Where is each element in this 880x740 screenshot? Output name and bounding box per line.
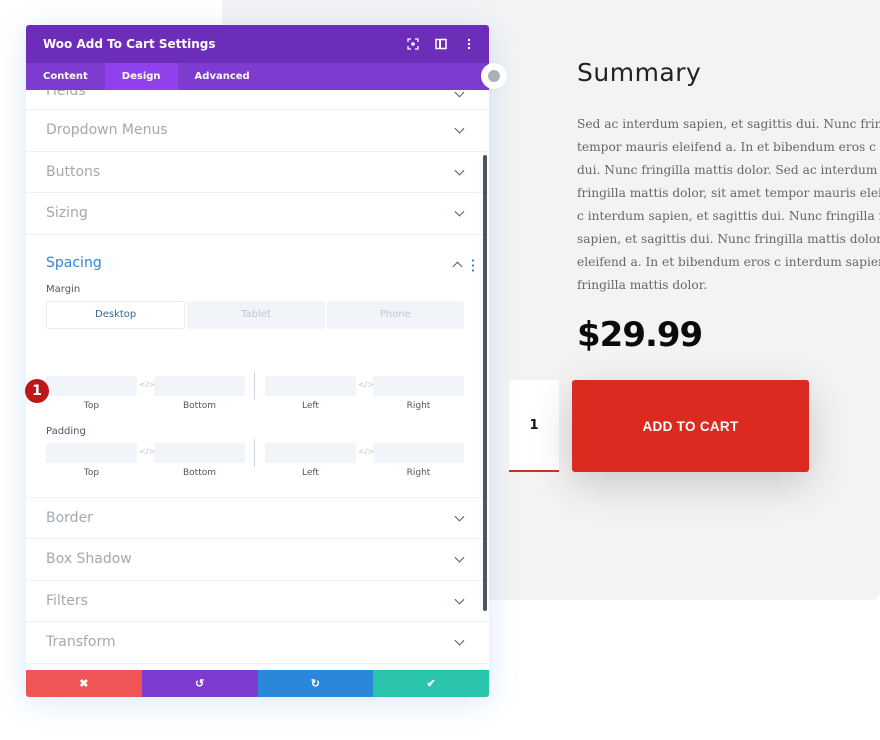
- padding-bottom-input[interactable]: [154, 442, 245, 463]
- margin-label: Margin: [46, 283, 81, 295]
- paragraph-line: fringilla mattis dolor.: [577, 278, 708, 292]
- scrollbar[interactable]: [483, 155, 487, 611]
- caption-left: Left: [302, 467, 319, 478]
- undo-button[interactable]: ↺: [141, 670, 258, 697]
- padding-top-input[interactable]: [46, 442, 137, 463]
- design-options: Fields Dropdown Menus Buttons Sizing Spa…: [26, 90, 489, 670]
- padding-label: Padding: [46, 425, 86, 437]
- chevron-down-icon: [454, 123, 465, 134]
- modal-header[interactable]: Woo Add To Cart Settings: [26, 25, 489, 63]
- margin-bottom-input[interactable]: [154, 375, 245, 396]
- chevron-down-icon: [454, 594, 465, 605]
- caption-right: Right: [406, 400, 431, 411]
- link-icon[interactable]: </>: [139, 447, 155, 456]
- group-label: Transform: [46, 634, 116, 651]
- group-sizing[interactable]: Sizing: [26, 193, 489, 235]
- group-spacing: Spacing · · · Margin Desktop Tablet Phone …: [26, 235, 489, 498]
- chevron-down-icon: [454, 552, 465, 563]
- modal-tabs: Content Design Advanced: [26, 63, 489, 90]
- quantity-input[interactable]: 1: [509, 380, 559, 472]
- group-transform[interactable]: Transform: [26, 622, 489, 664]
- group-border[interactable]: Border: [26, 498, 489, 539]
- caption-top: Top: [83, 467, 100, 478]
- group-label: Box Shadow: [46, 551, 132, 568]
- group-dropdown-menus[interactable]: Dropdown Menus: [26, 110, 489, 152]
- group-label: Fields: [46, 90, 86, 99]
- group-filters[interactable]: Filters: [26, 581, 489, 622]
- chevron-down-icon: [454, 90, 465, 98]
- group-label: Filters: [46, 592, 88, 609]
- summary-paragraph: Sed ac interdum sapien, et sagittis dui.…: [577, 113, 880, 297]
- margin-row: </> </> Top Bottom Left Right: [46, 371, 464, 416]
- more-options-icon[interactable]: · · ·: [471, 255, 475, 276]
- undo-icon: ↺: [195, 678, 205, 690]
- globe-icon[interactable]: [481, 63, 507, 89]
- caption-right: Right: [406, 467, 431, 478]
- padding-left-input[interactable]: [265, 442, 356, 463]
- link-icon[interactable]: </>: [358, 447, 374, 456]
- group-label: Dropdown Menus: [46, 122, 168, 139]
- margin-top-input[interactable]: [46, 375, 137, 396]
- caption-bottom: Bottom: [182, 467, 216, 478]
- tab-advanced[interactable]: Advanced: [178, 63, 267, 90]
- chevron-down-icon: [454, 206, 465, 217]
- device-tab-phone[interactable]: Phone: [326, 300, 464, 329]
- paragraph-line: sapien, et sagittis dui. Nunc fringilla …: [577, 232, 880, 246]
- caption-top: Top: [83, 400, 100, 411]
- save-button[interactable]: ✔: [373, 670, 489, 697]
- paragraph-line: eleifend a. In et bibendum eros c interd…: [577, 255, 880, 269]
- link-icon[interactable]: </>: [358, 380, 374, 389]
- padding-right-input[interactable]: [373, 442, 464, 463]
- paragraph-line: fringilla mattis dolor, sit amet tempor …: [577, 186, 880, 200]
- group-label: Border: [46, 509, 93, 526]
- header-icons: [407, 25, 475, 63]
- modal-footer: ✖ ↺ ↻ ✔: [26, 670, 489, 697]
- tab-design[interactable]: Design: [104, 63, 178, 90]
- chevron-down-icon: [454, 635, 465, 646]
- caption-bottom: Bottom: [182, 400, 216, 411]
- close-icon: ✖: [79, 678, 89, 690]
- spacing-title[interactable]: Spacing: [46, 255, 102, 271]
- redo-button[interactable]: ↻: [257, 670, 374, 697]
- discard-button[interactable]: ✖: [26, 670, 142, 697]
- globe-glyph: [488, 70, 500, 82]
- product-price: $29.99: [577, 315, 703, 355]
- group-label: Sizing: [46, 205, 88, 222]
- paragraph-line: dui. Nunc fringilla mattis dolor. Sed ac…: [577, 163, 880, 177]
- margin-left-input[interactable]: [265, 375, 356, 396]
- group-box-shadow[interactable]: Box Shadow: [26, 539, 489, 581]
- group-buttons[interactable]: Buttons: [26, 152, 489, 193]
- chevron-down-icon: [454, 165, 465, 176]
- divider: [254, 438, 255, 467]
- margin-right-input[interactable]: [373, 375, 464, 396]
- check-icon: ✔: [426, 678, 436, 690]
- paragraph-line: tempor mauris eleifend a. In et bibendum…: [577, 140, 880, 154]
- modal-title: Woo Add To Cart Settings: [43, 37, 216, 51]
- redo-icon: ↻: [310, 678, 320, 690]
- split-view-icon[interactable]: [435, 38, 447, 50]
- add-to-cart-button[interactable]: ADD TO CART: [572, 380, 809, 472]
- chevron-up-icon[interactable]: [452, 261, 463, 271]
- paragraph-line: Sed ac interdum sapien, et sagittis dui.…: [577, 117, 880, 131]
- device-tab-tablet[interactable]: Tablet: [187, 300, 325, 329]
- summary-title: Summary: [577, 58, 702, 87]
- device-tab-desktop[interactable]: Desktop: [46, 300, 186, 329]
- device-tabs: Desktop Tablet Phone: [46, 300, 464, 329]
- step-badge: 1: [25, 379, 49, 403]
- padding-row: </> </> Top Bottom Left Right: [46, 438, 464, 483]
- group-fields[interactable]: Fields: [26, 90, 489, 110]
- paragraph-line: c interdum sapien, et sagittis dui. Nunc…: [577, 209, 880, 223]
- more-options-icon[interactable]: [463, 38, 475, 50]
- caption-left: Left: [302, 400, 319, 411]
- divider: [254, 371, 255, 400]
- tab-content[interactable]: Content: [26, 63, 105, 90]
- link-icon[interactable]: </>: [139, 380, 155, 389]
- chevron-down-icon: [454, 511, 465, 522]
- focus-icon[interactable]: [407, 38, 419, 50]
- settings-modal: Woo Add To Cart Settings Content Design …: [26, 25, 489, 697]
- group-label: Buttons: [46, 163, 101, 180]
